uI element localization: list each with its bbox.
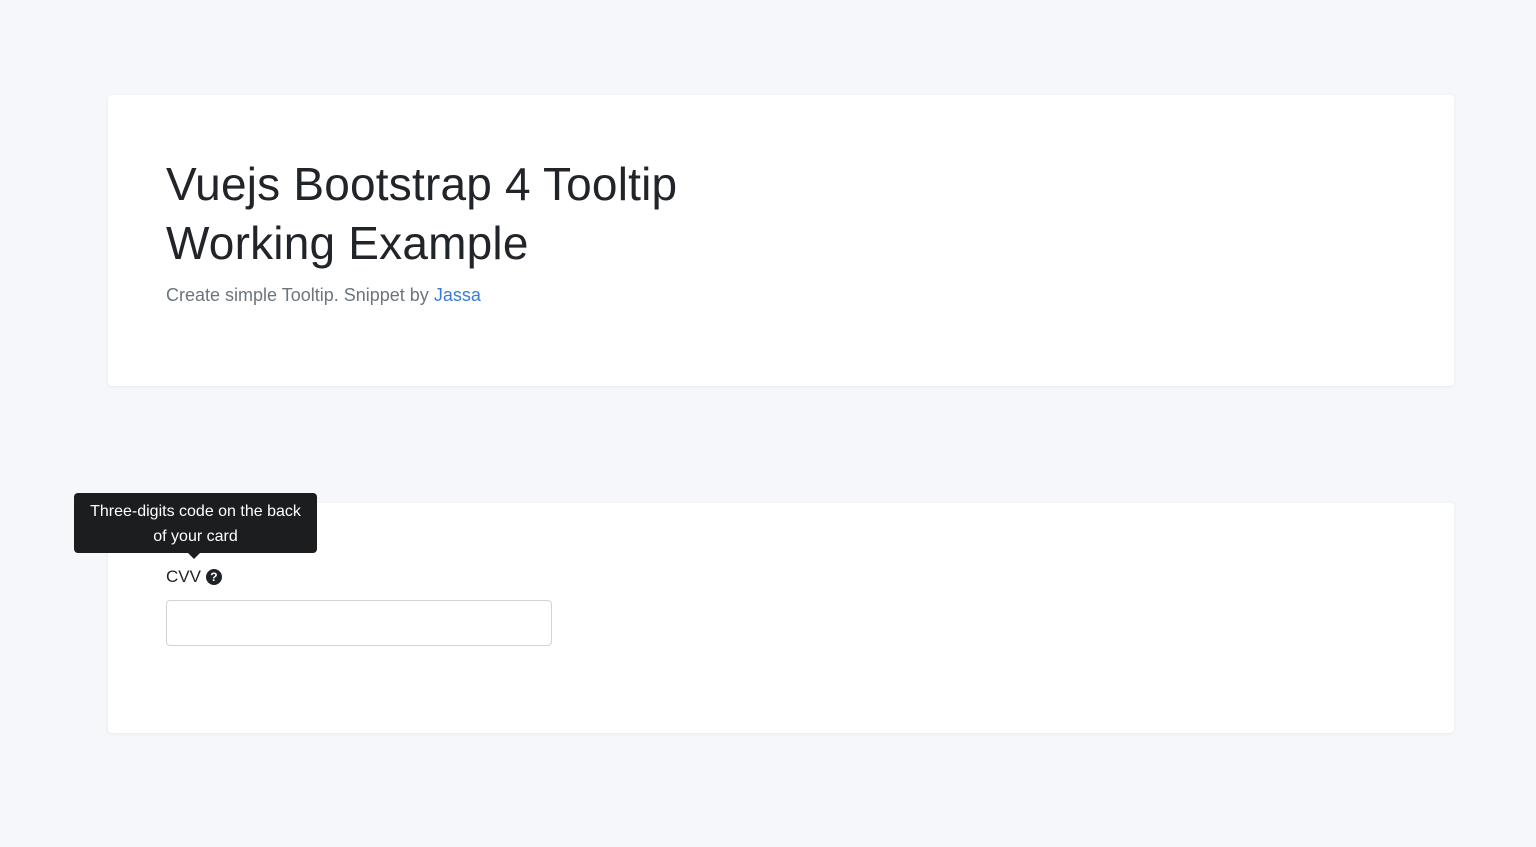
cvv-input[interactable]	[166, 600, 552, 646]
cvv-label: CVV ?	[166, 566, 222, 588]
tooltip: Three-digits code on the back of your ca…	[74, 493, 317, 559]
author-link[interactable]: Jassa	[434, 285, 481, 305]
page-title: Vuejs Bootstrap 4 Tooltip Working Exampl…	[166, 158, 678, 269]
question-circle-icon[interactable]: ?	[205, 569, 222, 585]
subtitle-text: Create simple Tooltip. Snippet by	[166, 285, 434, 305]
page-subtitle: Create simple Tooltip. Snippet by Jassa	[166, 283, 481, 307]
cvv-label-text: CVV	[166, 567, 201, 586]
tooltip-text: Three-digits code on the back of your ca…	[90, 503, 301, 545]
hero-card: Vuejs Bootstrap 4 Tooltip Working Exampl…	[108, 95, 1454, 386]
tooltip-arrow	[188, 553, 200, 559]
